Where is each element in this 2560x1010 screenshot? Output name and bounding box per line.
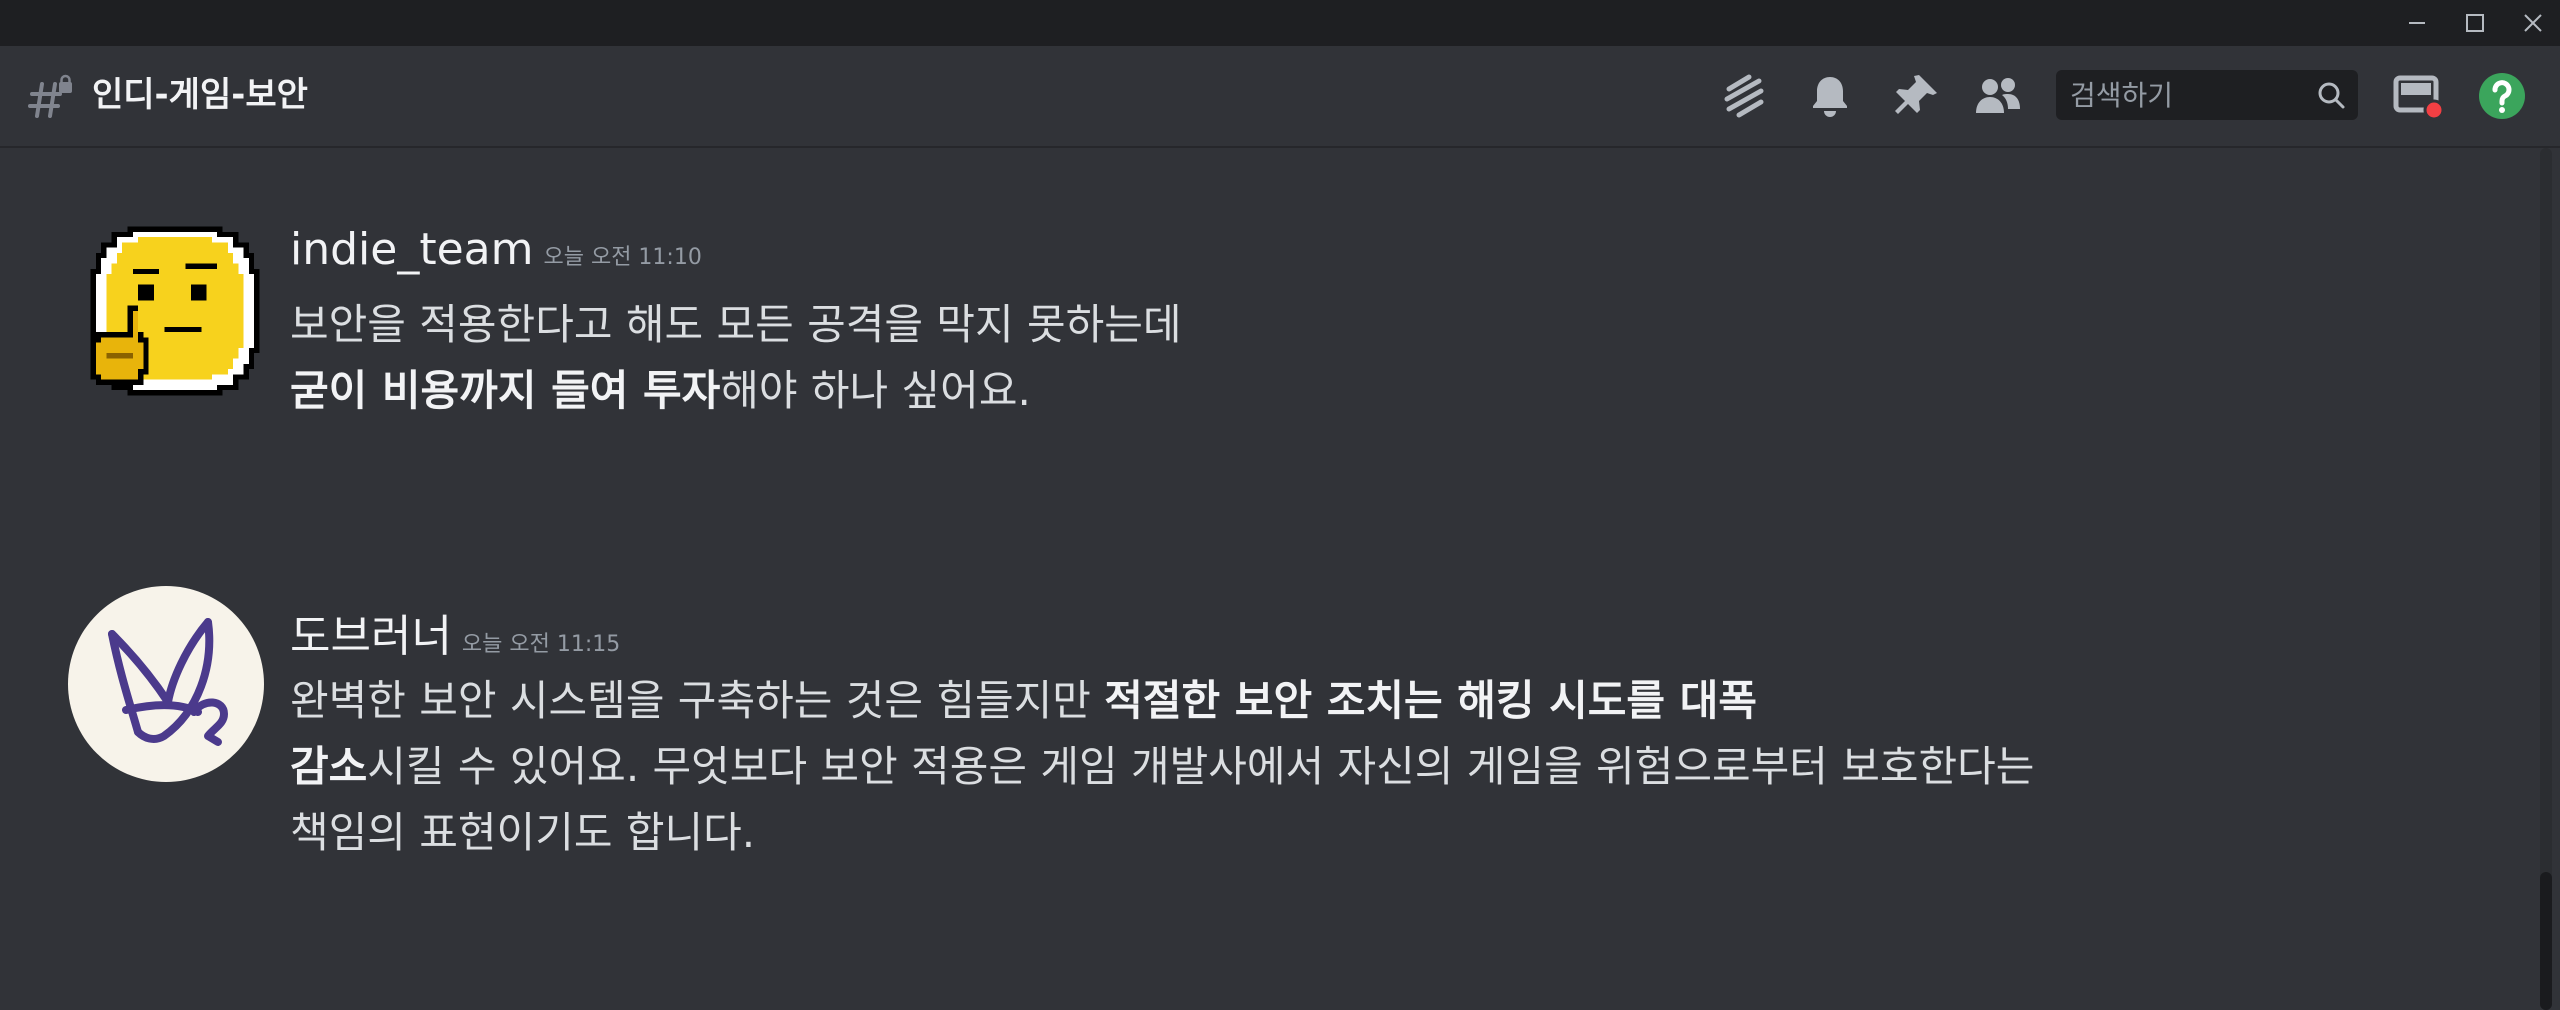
avatar[interactable]	[80, 216, 270, 406]
pin-icon	[1895, 75, 1937, 114]
message-line: 보안을 적용한다고 해도 모든 공격을 막지 못하는데	[290, 300, 1182, 349]
bold-text: 감소	[290, 742, 368, 791]
hashtag-lock-icon	[28, 74, 72, 118]
username[interactable]: indie_team	[290, 224, 533, 275]
message-line: 책임의 표현이기도 합니다.	[290, 808, 756, 857]
app-window: 인디-게임-보안 검색하기 indie_team 오늘 오전 11:10 보안을…	[0, 0, 2560, 1010]
scrollbar-thumb[interactable]	[2540, 872, 2552, 1010]
inbox-button[interactable]	[2390, 68, 2446, 124]
search-input[interactable]	[2070, 70, 2300, 120]
bold-text: 적절한 보안 조치는 해킹 시도를 대폭	[1104, 676, 1757, 725]
username[interactable]: 도브러너	[290, 611, 452, 662]
message-header: indie_team 오늘 오전 11:10	[290, 224, 702, 284]
message-line: 굳이 비용까지 들여 투자해야 하나 싶어요.	[290, 358, 2390, 424]
threads-icon	[1724, 74, 1764, 118]
pinned-messages-button[interactable]	[1888, 68, 1944, 124]
minimize-button[interactable]	[2390, 0, 2444, 46]
bell-icon	[1813, 77, 1847, 117]
close-button[interactable]	[2506, 0, 2560, 46]
message-text: 해야 하나 싶어요.	[720, 366, 1031, 415]
maximize-icon	[2466, 14, 2484, 32]
avatar[interactable]	[68, 586, 264, 782]
window-titlebar	[0, 0, 2560, 46]
bold-text: 굳이 비용까지 들여 투자	[290, 366, 721, 415]
maximize-button[interactable]	[2448, 0, 2502, 46]
timestamp: 오늘 오전 11:10	[543, 245, 702, 270]
search-bar[interactable]	[2056, 70, 2358, 120]
members-icon	[1976, 78, 2020, 113]
help-button[interactable]	[2474, 68, 2530, 124]
help-icon	[2479, 73, 2525, 119]
message-line: 감소시킬 수 있어요. 무엇보다 보안 적용은 게임 개발사에서 자신의 게임을…	[290, 734, 2390, 800]
message-list: indie_team 오늘 오전 11:10 보안을 적용한다고 해도 모든 공격…	[0, 148, 2540, 1010]
message-text: 완벽한 보안 시스템을 구축하는 것은 힘들지만	[290, 676, 1105, 725]
message-line: 완벽한 보안 시스템을 구축하는 것은 힘들지만 적절한 보안 조치는 해킹 시…	[290, 668, 2390, 734]
timestamp: 오늘 오전 11:15	[461, 632, 621, 657]
doverunner-logo-icon	[108, 618, 228, 746]
message-scrollbar[interactable]	[2540, 148, 2552, 1010]
minimize-icon	[2409, 22, 2425, 24]
close-icon	[2524, 14, 2542, 32]
thinking-face-avatar-icon	[90, 226, 260, 396]
channel-name: 인디-게임-보안	[92, 75, 308, 115]
threads-button[interactable]	[1716, 68, 1772, 124]
notification-settings-button[interactable]	[1802, 68, 1858, 124]
channel-header: 인디-게임-보안	[0, 46, 2560, 146]
member-list-button[interactable]	[1970, 68, 2026, 124]
message-content: 보안을 적용한다고 해도 모든 공격을 막지 못하는데 굳이 비용까지 들여 투…	[290, 292, 2390, 424]
message-header: 도브러너 오늘 오전 11:15	[290, 600, 621, 662]
search-icon	[2318, 82, 2345, 109]
message-text: 시킬 수 있어요. 무엇보다 보안 적용은 게임 개발사에서 자신의 게임을 위…	[367, 742, 2035, 791]
message-content: 완벽한 보안 시스템을 구축하는 것은 힘들지만 적절한 보안 조치는 해킹 시…	[290, 668, 2390, 866]
inbox-icon	[2393, 75, 2444, 121]
